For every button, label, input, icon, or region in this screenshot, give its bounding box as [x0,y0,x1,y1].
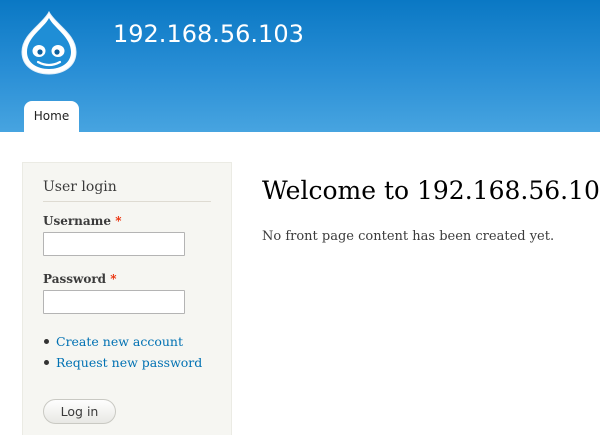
tab-home[interactable]: Home [24,101,79,132]
site-name[interactable]: 192.168.56.103 [113,20,304,48]
request-password-link[interactable]: Request new password [56,355,202,370]
required-marker: * [115,214,122,228]
page-body-text: No front page content has been created y… [262,229,555,244]
username-label: Username * [43,214,121,228]
password-label-text: Password [43,272,107,286]
create-account-link[interactable]: Create new account [56,334,183,349]
user-login-title: User login [43,179,117,195]
password-input[interactable] [43,290,185,314]
bullet-icon [44,360,49,365]
login-links: Create new account Request new password [43,333,202,375]
username-label-text: Username [43,214,112,228]
login-button[interactable]: Log in [43,399,116,424]
sidebar: User login Username * Password * Create … [22,162,232,435]
list-item: Create new account [43,333,202,354]
drupal-drop-icon[interactable] [18,10,80,76]
page-title: Welcome to 192.168.56.103 [262,176,600,205]
username-input[interactable] [43,232,185,256]
site-header: 192.168.56.103 Home [0,0,600,132]
bullet-icon [44,339,49,344]
block-divider [43,201,211,202]
password-label: Password * [43,272,117,286]
list-item: Request new password [43,354,202,375]
required-marker: * [110,272,117,286]
